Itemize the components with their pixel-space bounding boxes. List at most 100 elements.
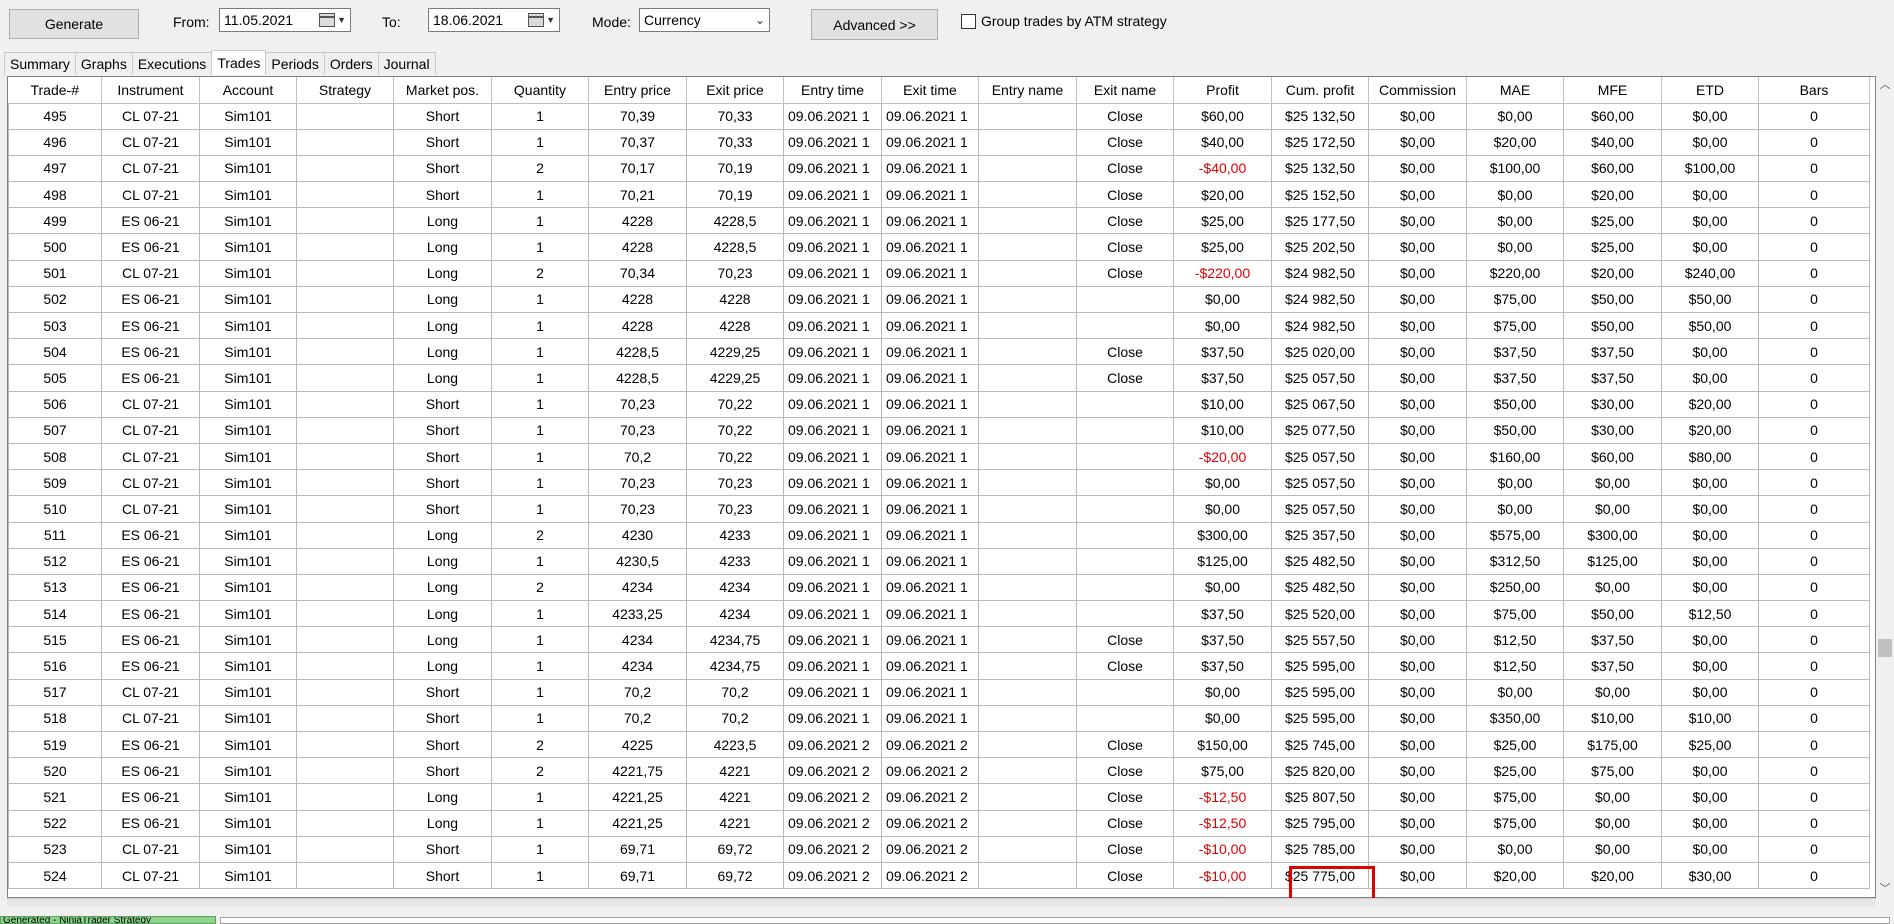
table-cell: CL 07-21 <box>101 704 200 733</box>
column-header[interactable]: Profit <box>1173 77 1272 104</box>
status-tab[interactable]: Generated - NinjaTrader Strategy <box>0 916 216 924</box>
table-cell: 69,71 <box>588 861 687 890</box>
table-cell: Long <box>393 626 492 654</box>
table-row[interactable]: 513 ES 06-21 Sim101 Long 2 4234 4234 09.06.2021… <box>8 573 1870 602</box>
scrollbar-thumb[interactable] <box>1878 639 1892 657</box>
table-cell: ES 06-21 <box>101 285 200 314</box>
table-cell: $25 020,00 <box>1271 338 1369 366</box>
column-header[interactable]: Exit name <box>1076 77 1174 104</box>
table-cell: 2 <box>491 259 589 287</box>
trades-grid[interactable]: Trade-# Instrument Account Strategy Market p… <box>7 76 1876 898</box>
advanced-button[interactable]: Advanced >> <box>811 9 938 40</box>
mode-select[interactable]: Currency ⌄ <box>639 8 770 32</box>
scroll-up-icon[interactable]: ︿ <box>1876 76 1894 94</box>
table-row[interactable]: 520 ES 06-21 Sim101 Short 2 4221,75 4221 09.06.… <box>8 757 1870 785</box>
table-row[interactable]: 507 CL 07-21 Sim101 Short 1 70,23 70,22 09.06.2… <box>8 416 1870 444</box>
table-row[interactable]: 515 ES 06-21 Sim101 Long 1 4234 4234,75 09.06.2… <box>8 626 1870 654</box>
column-header[interactable]: MFE <box>1563 77 1662 104</box>
table-cell: 09.06.2021 2 <box>881 757 979 785</box>
table-row[interactable]: 512 ES 06-21 Sim101 Long 1 4230,5 4233 09.06.20… <box>8 547 1870 575</box>
column-header[interactable]: Account <box>199 77 297 104</box>
table-row[interactable]: 495 CL 07-21 Sim101 Short 1 70,39 70,33 09.06.2… <box>8 102 1870 130</box>
tab-periods[interactable]: Periods <box>265 52 325 75</box>
column-header[interactable]: ETD <box>1661 77 1759 104</box>
vertical-scrollbar[interactable]: ︿ ﹀ <box>1876 76 1894 898</box>
table-row[interactable]: 504 ES 06-21 Sim101 Long 1 4228,5 4229,25 09.06… <box>8 338 1870 366</box>
table-cell: $25 057,50 <box>1271 469 1369 497</box>
table-cell: 0 <box>1758 600 1870 628</box>
column-header[interactable]: Entry price <box>588 77 687 104</box>
chevron-down-icon[interactable]: ▼ <box>337 15 346 25</box>
table-row[interactable]: 522 ES 06-21 Sim101 Long 1 4221,25 4221 09.06.2… <box>8 809 1870 837</box>
table-row[interactable]: 523 CL 07-21 Sim101 Short 1 69,71 69,72 09.06.2… <box>8 835 1870 863</box>
table-row[interactable]: 505 ES 06-21 Sim101 Long 1 4228,5 4229,25 09.06… <box>8 364 1870 392</box>
table-row[interactable]: 500 ES 06-21 Sim101 Long 1 4228 4228,5 09.06.20… <box>8 233 1870 261</box>
table-row[interactable]: 506 CL 07-21 Sim101 Short 1 70,23 70,22 09.06.2… <box>8 390 1870 418</box>
column-header[interactable]: Bars <box>1758 77 1870 104</box>
from-date-picker[interactable]: 11.05.2021 ▼ <box>219 8 351 32</box>
tab-trades[interactable]: Trades <box>211 50 267 75</box>
column-header[interactable]: Market pos. <box>393 77 492 104</box>
table-row[interactable]: 498 CL 07-21 Sim101 Short 1 70,21 70,19 09.06.2… <box>8 181 1870 209</box>
table-row[interactable]: 517 CL 07-21 Sim101 Short 1 70,2 70,2 09.06.202… <box>8 678 1870 706</box>
table-row[interactable]: 514 ES 06-21 Sim101 Long 1 4233,25 4234 09.06.2… <box>8 600 1870 628</box>
table-cell: $0,00 <box>1368 495 1467 523</box>
table-cell: 1 <box>491 102 589 130</box>
tab-executions[interactable]: Executions <box>131 52 213 75</box>
column-header[interactable]: Exit price <box>686 77 784 104</box>
table-row[interactable]: 508 CL 07-21 Sim101 Short 1 70,2 70,22 09.06.20… <box>8 442 1870 471</box>
table-row[interactable]: 502 ES 06-21 Sim101 Long 1 4228 4228 09.06.2021… <box>8 285 1870 314</box>
column-header[interactable]: Commission <box>1368 77 1467 104</box>
table-cell: 0 <box>1758 652 1870 680</box>
table-cell: $0,00 <box>1661 835 1759 863</box>
tab-orders[interactable]: Orders <box>323 52 379 75</box>
calendar-icon[interactable] <box>528 13 545 27</box>
column-header[interactable]: Exit time <box>881 77 979 104</box>
table-row[interactable]: 519 ES 06-21 Sim101 Short 2 4225 4223,5 09.06.2… <box>8 730 1870 759</box>
table-cell: 4221 <box>686 809 784 837</box>
table-row[interactable]: 509 CL 07-21 Sim101 Short 1 70,23 70,23 09.06.2… <box>8 469 1870 497</box>
scroll-down-icon[interactable]: ﹀ <box>1876 880 1894 898</box>
table-row[interactable]: 501 CL 07-21 Sim101 Long 2 70,34 70,23 09.06.20… <box>8 259 1870 287</box>
calendar-icon[interactable] <box>319 13 336 27</box>
generate-button[interactable]: Generate <box>9 9 139 39</box>
group-trades-checkbox[interactable] <box>961 14 976 29</box>
table-cell: $0,00 <box>1368 338 1467 366</box>
table-cell: 4230 <box>588 521 687 549</box>
table-row[interactable]: 524 CL 07-21 Sim101 Short 1 69,71 69,72 09.06.2… <box>8 861 1870 890</box>
column-header[interactable]: Entry time <box>783 77 882 104</box>
horizontal-scrollbar[interactable] <box>7 898 1876 906</box>
table-cell <box>296 678 394 706</box>
table-row[interactable]: 503 ES 06-21 Sim101 Long 1 4228 4228 09.06.2021… <box>8 311 1870 340</box>
table-cell: 70,23 <box>686 259 784 287</box>
table-row[interactable]: 521 ES 06-21 Sim101 Long 1 4221,25 4221 09.06.2… <box>8 783 1870 811</box>
chevron-down-icon[interactable]: ⌄ <box>751 13 769 27</box>
column-header[interactable]: Entry name <box>978 77 1077 104</box>
table-cell: 512 <box>8 547 102 575</box>
table-cell: 0 <box>1758 573 1870 602</box>
table-row[interactable]: 511 ES 06-21 Sim101 Long 2 4230 4233 09.06.2021… <box>8 521 1870 549</box>
table-row[interactable]: 497 CL 07-21 Sim101 Short 2 70,17 70,19 09.06.2… <box>8 154 1870 183</box>
table-row[interactable]: 496 CL 07-21 Sim101 Short 1 70,37 70,33 09.06.2… <box>8 128 1870 156</box>
table-cell <box>296 521 394 549</box>
table-row[interactable]: 516 ES 06-21 Sim101 Long 1 4234 4234,75 09.06.2… <box>8 652 1870 680</box>
column-header[interactable]: Trade-# <box>8 77 102 104</box>
column-header[interactable]: Instrument <box>101 77 200 104</box>
table-row[interactable]: 499 ES 06-21 Sim101 Long 1 4228 4228,5 09.06.20… <box>8 207 1870 235</box>
tab-summary[interactable]: Summary <box>4 52 76 75</box>
table-cell: 1 <box>491 704 589 733</box>
table-cell: Short <box>393 678 492 706</box>
column-header[interactable]: MAE <box>1466 77 1564 104</box>
table-cell: Long <box>393 285 492 314</box>
column-header[interactable]: Strategy <box>296 77 394 104</box>
table-cell: Close <box>1076 861 1174 890</box>
group-trades-label: Group trades by ATM strategy <box>981 13 1167 29</box>
table-row[interactable]: 518 CL 07-21 Sim101 Short 1 70,2 70,2 09.06.202… <box>8 704 1870 733</box>
column-header[interactable]: Cum. profit <box>1271 77 1369 104</box>
tab-graphs[interactable]: Graphs <box>74 52 133 75</box>
tab-journal[interactable]: Journal <box>377 52 436 75</box>
chevron-down-icon[interactable]: ▼ <box>546 15 555 25</box>
table-row[interactable]: 510 CL 07-21 Sim101 Short 1 70,23 70,23 09.06.2… <box>8 495 1870 523</box>
to-date-picker[interactable]: 18.06.2021 ▼ <box>428 8 560 32</box>
column-header[interactable]: Quantity <box>491 77 589 104</box>
